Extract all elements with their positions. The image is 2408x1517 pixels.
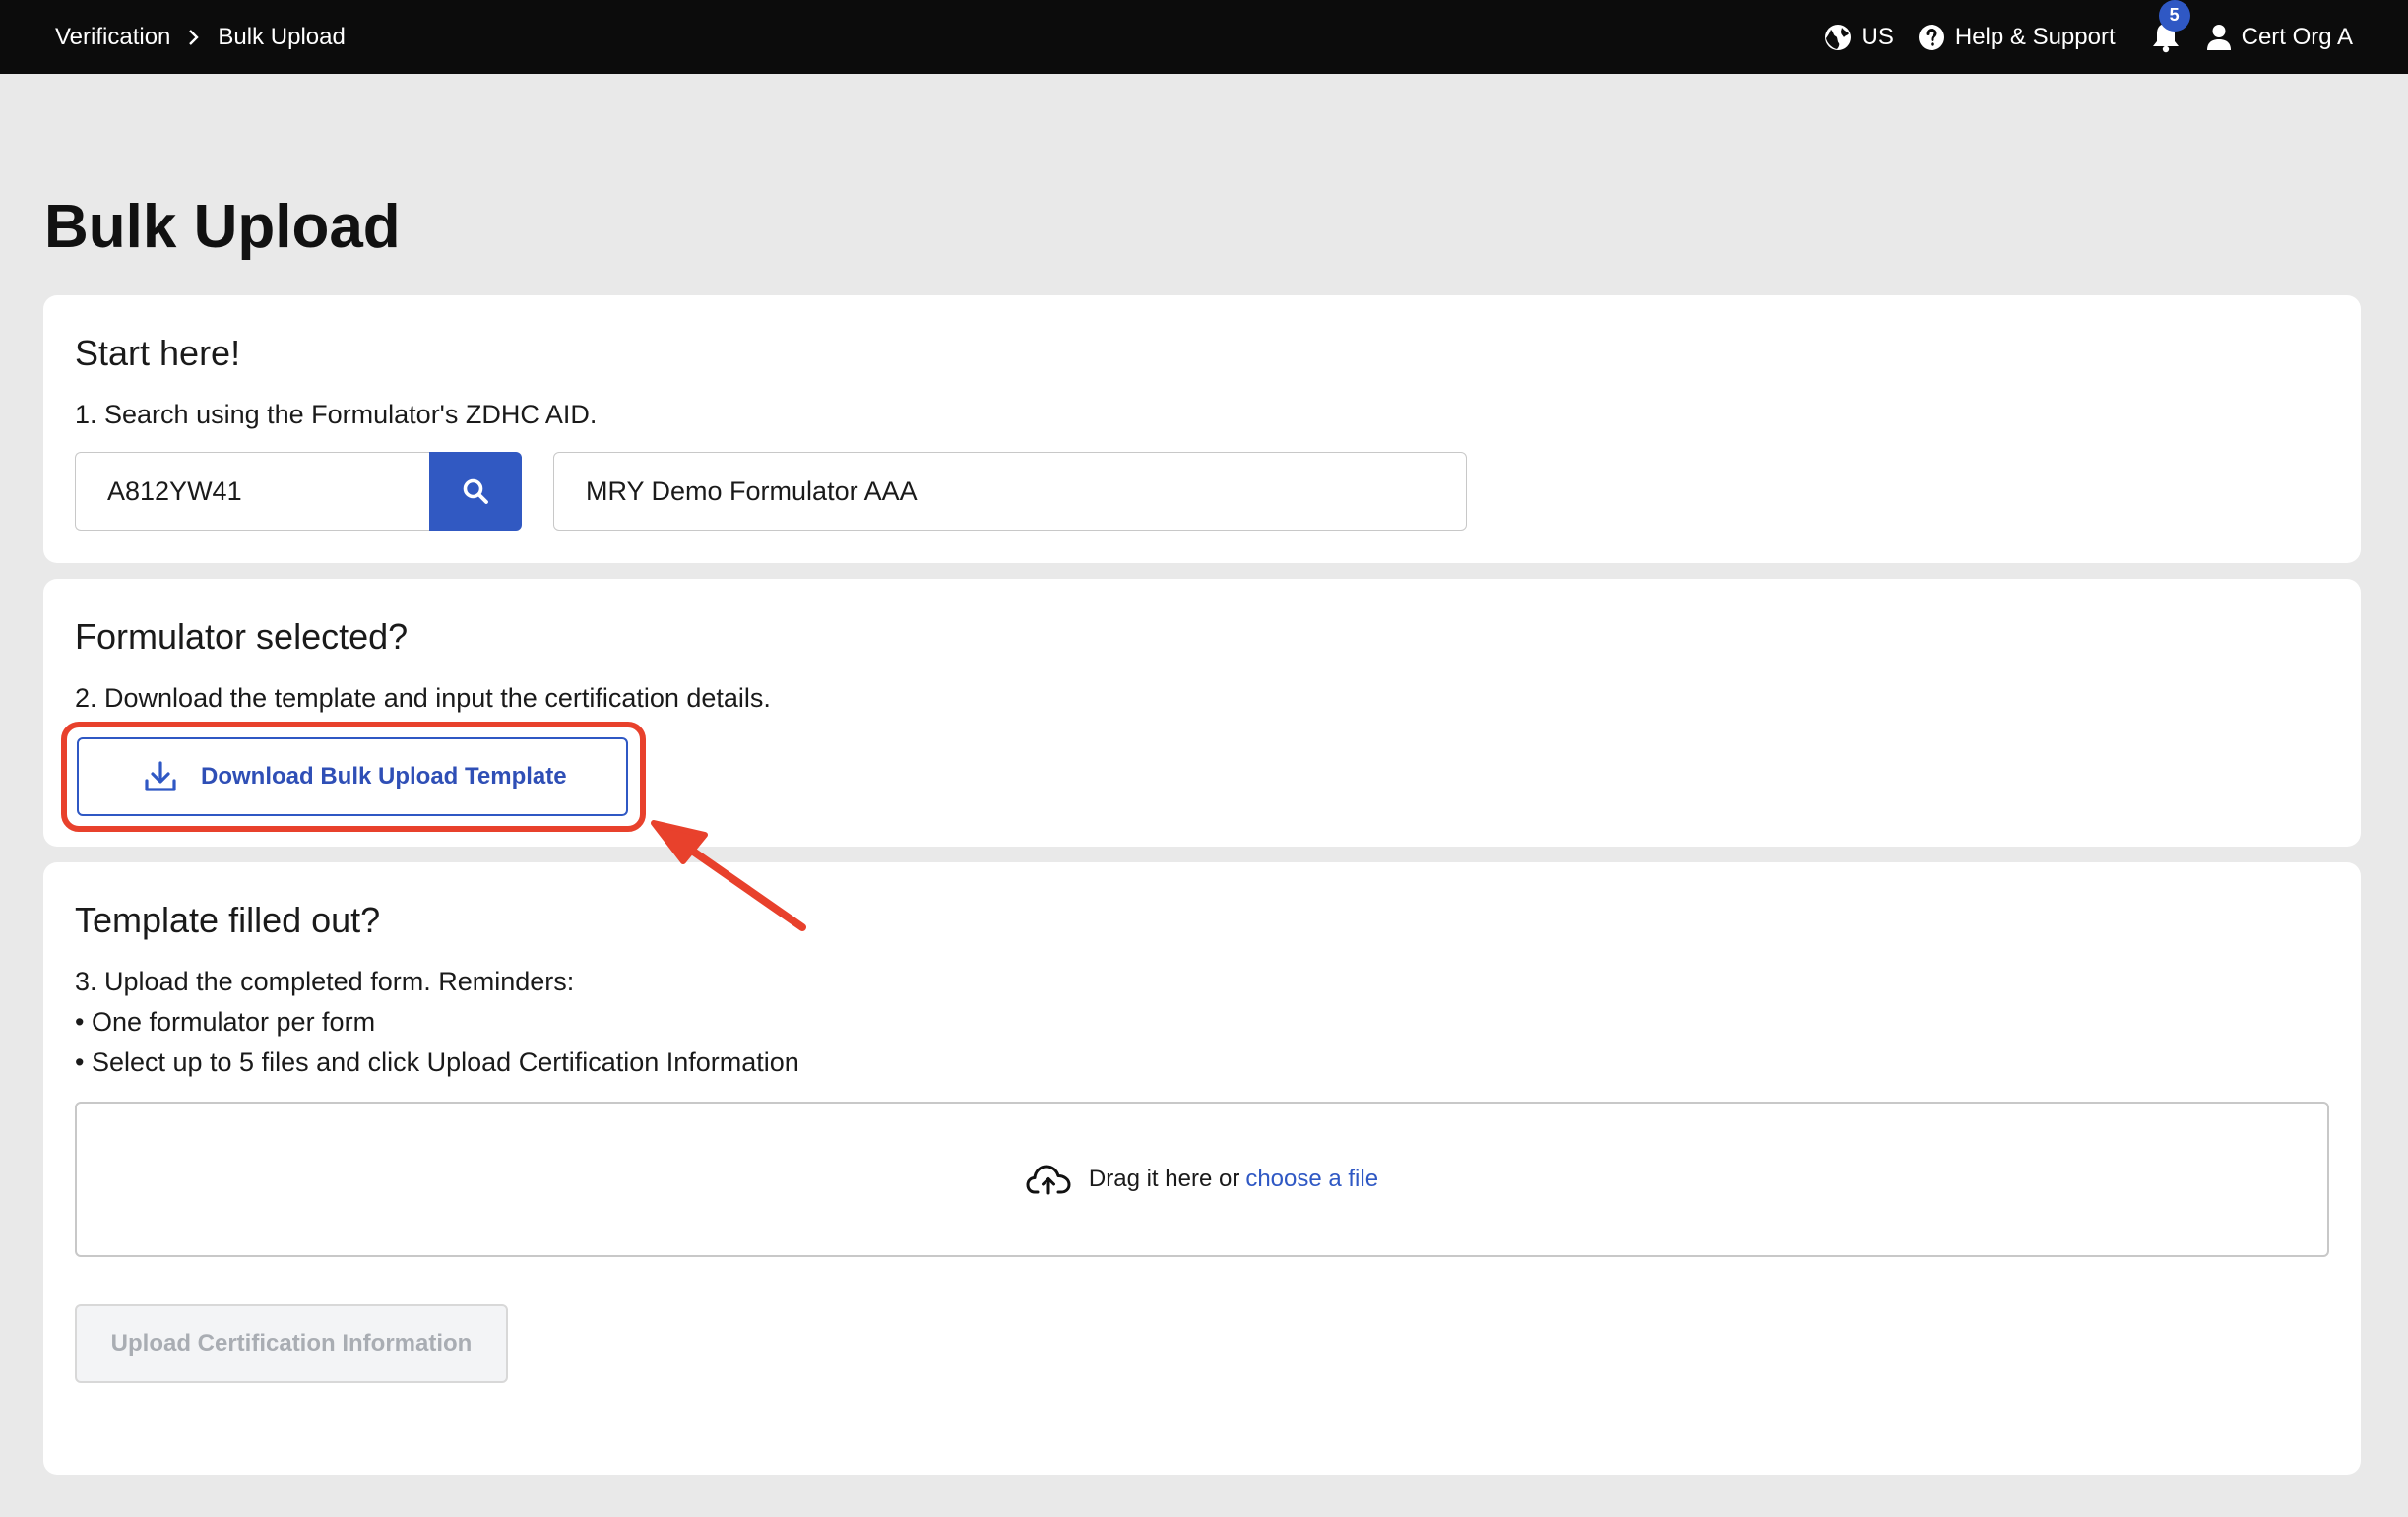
search-instruction: 1. Search using the Formulator's ZDHC AI… <box>75 400 598 429</box>
breadcrumb-verification[interactable]: Verification <box>55 24 170 51</box>
template-filled-heading: Template filled out? <box>75 900 381 940</box>
formulator-name-field: MRY Demo Formulator AAA <box>553 452 1467 531</box>
file-drop-zone[interactable]: Drag it here or choose a file <box>75 1102 2329 1257</box>
notification-badge: 5 <box>2158 0 2190 32</box>
breadcrumb-bulk-upload: Bulk Upload <box>218 23 346 50</box>
user-menu[interactable]: Cert Org A <box>2206 24 2353 51</box>
breadcrumb: Verification Bulk Upload <box>55 24 346 51</box>
upload-instruction: 3. Upload the completed form. Reminders: <box>75 967 575 996</box>
globe-icon <box>1824 24 1851 50</box>
search-button[interactable] <box>429 452 522 531</box>
download-template-label: Download Bulk Upload Template <box>201 763 567 790</box>
reminder-one-formulator: • One formulator per form <box>75 1007 376 1037</box>
upload-certification-button[interactable]: Upload Certification Information <box>75 1304 508 1383</box>
user-name: Cert Org A <box>2241 23 2353 50</box>
download-template-button[interactable]: Download Bulk Upload Template <box>77 737 628 816</box>
reminder-five-files: • Select up to 5 files and click Upload … <box>75 1047 799 1077</box>
highlight-annotation: Download Bulk Upload Template <box>61 722 646 832</box>
user-icon <box>2206 24 2231 50</box>
template-filled-card: Template filled out? 3. Upload the compl… <box>43 862 2361 1475</box>
help-support-label: Help & Support <box>1954 23 2116 50</box>
question-circle-icon <box>1918 24 1944 50</box>
help-support-link[interactable]: Help & Support <box>1918 24 2116 51</box>
notifications-button[interactable]: 5 <box>2151 0 2190 53</box>
search-icon <box>463 478 488 504</box>
start-here-card: Start here! 1. Search using the Formulat… <box>43 295 2361 563</box>
drop-zone-text: Drag it here or <box>1088 1166 1240 1192</box>
start-here-heading: Start here! <box>75 333 241 373</box>
choose-file-link[interactable]: choose a file <box>1245 1166 1378 1193</box>
download-icon <box>145 761 176 791</box>
formulator-selected-card: Formulator selected? 2. Download the tem… <box>43 579 2361 847</box>
top-navigation-bar: Verification Bulk Upload US Help & Suppo… <box>0 0 2408 74</box>
region-label: US <box>1861 23 1894 50</box>
cloud-upload-icon <box>1026 1165 1071 1195</box>
chevron-right-icon <box>188 29 200 46</box>
download-instruction: 2. Download the template and input the c… <box>75 683 771 713</box>
region-selector[interactable]: US <box>1824 24 1894 51</box>
aid-search-input[interactable] <box>75 452 429 531</box>
formulator-selected-heading: Formulator selected? <box>75 616 409 657</box>
page-title: Bulk Upload <box>44 193 401 261</box>
